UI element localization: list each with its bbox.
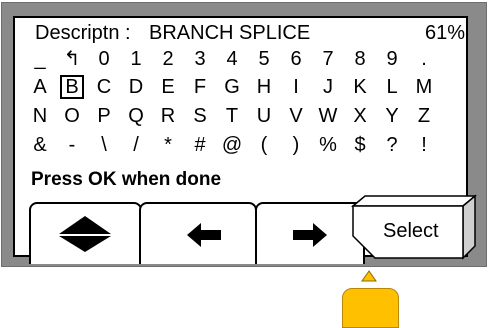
key[interactable]: 4 — [221, 48, 243, 70]
prompt-text: Press OK when done — [31, 169, 222, 190]
key[interactable]: 6 — [285, 48, 307, 70]
key[interactable]: X — [349, 105, 371, 127]
key[interactable]: 5 — [253, 48, 275, 70]
key[interactable]: * — [157, 134, 179, 156]
description-label: Descriptn : — [35, 22, 131, 44]
battery-percent: 61% — [425, 22, 466, 44]
softkey-right[interactable] — [255, 202, 365, 264]
key[interactable]: ) — [285, 134, 307, 156]
softkey-left[interactable] — [139, 202, 257, 264]
key[interactable]: / — [125, 134, 147, 156]
key[interactable]: Z — [413, 105, 435, 127]
key[interactable]: $ — [349, 134, 371, 156]
key[interactable]: E — [157, 76, 179, 98]
key[interactable]: ( — [253, 134, 275, 156]
key[interactable]: U — [253, 105, 275, 127]
key[interactable]: J — [317, 76, 339, 98]
key[interactable]: Y — [381, 105, 403, 127]
key[interactable]: N — [29, 105, 51, 127]
key[interactable]: . — [413, 48, 435, 70]
key[interactable]: W — [317, 105, 339, 127]
ok-button[interactable] — [342, 288, 399, 328]
softkey-select[interactable]: Select — [351, 194, 477, 260]
key[interactable]: T — [221, 105, 243, 127]
key-selected[interactable]: B — [60, 75, 84, 99]
lcd-screen: Descriptn : BRANCH SPLICE 61% _ ↰ 0 1 2 3 4 5 6 7… — [13, 16, 477, 264]
up-down-arrows-icon — [59, 216, 111, 252]
key[interactable]: L — [381, 76, 403, 98]
key[interactable]: % — [317, 134, 339, 156]
key[interactable]: & — [29, 134, 51, 156]
key[interactable]: 9 — [381, 48, 403, 70]
key[interactable]: F — [189, 76, 211, 98]
key[interactable]: 0 — [93, 48, 115, 70]
right-arrow-icon — [293, 223, 327, 247]
key[interactable]: # — [189, 134, 211, 156]
key[interactable]: 7 — [317, 48, 339, 70]
key[interactable]: 8 — [349, 48, 371, 70]
triangle-up-icon — [361, 270, 377, 282]
key[interactable]: ? — [381, 134, 403, 156]
key[interactable]: R — [157, 105, 179, 127]
key[interactable]: _ — [29, 48, 51, 70]
key[interactable]: H — [253, 76, 275, 98]
key[interactable]: P — [93, 105, 115, 127]
key[interactable]: @ — [221, 134, 243, 156]
key[interactable]: 2 — [157, 48, 179, 70]
key[interactable]: - — [61, 134, 83, 156]
key[interactable]: I — [285, 76, 307, 98]
key[interactable]: K — [349, 76, 371, 98]
key[interactable]: V — [285, 105, 307, 127]
key[interactable]: O — [61, 105, 83, 127]
key[interactable]: D — [125, 76, 147, 98]
description-value: BRANCH SPLICE — [149, 22, 311, 44]
select-label: Select — [383, 220, 439, 242]
key[interactable]: C — [93, 76, 115, 98]
key[interactable]: Q — [125, 105, 147, 127]
key[interactable]: 1 — [125, 48, 147, 70]
key[interactable]: A — [29, 76, 51, 98]
key[interactable]: S — [189, 105, 211, 127]
key[interactable]: ! — [413, 134, 435, 156]
key[interactable]: ↰ — [61, 48, 83, 70]
softkey-up-down[interactable] — [29, 202, 142, 264]
left-arrow-icon — [187, 223, 221, 247]
key[interactable]: G — [221, 76, 243, 98]
key[interactable]: \ — [93, 134, 115, 156]
key[interactable]: 3 — [189, 48, 211, 70]
key[interactable]: M — [413, 76, 435, 98]
